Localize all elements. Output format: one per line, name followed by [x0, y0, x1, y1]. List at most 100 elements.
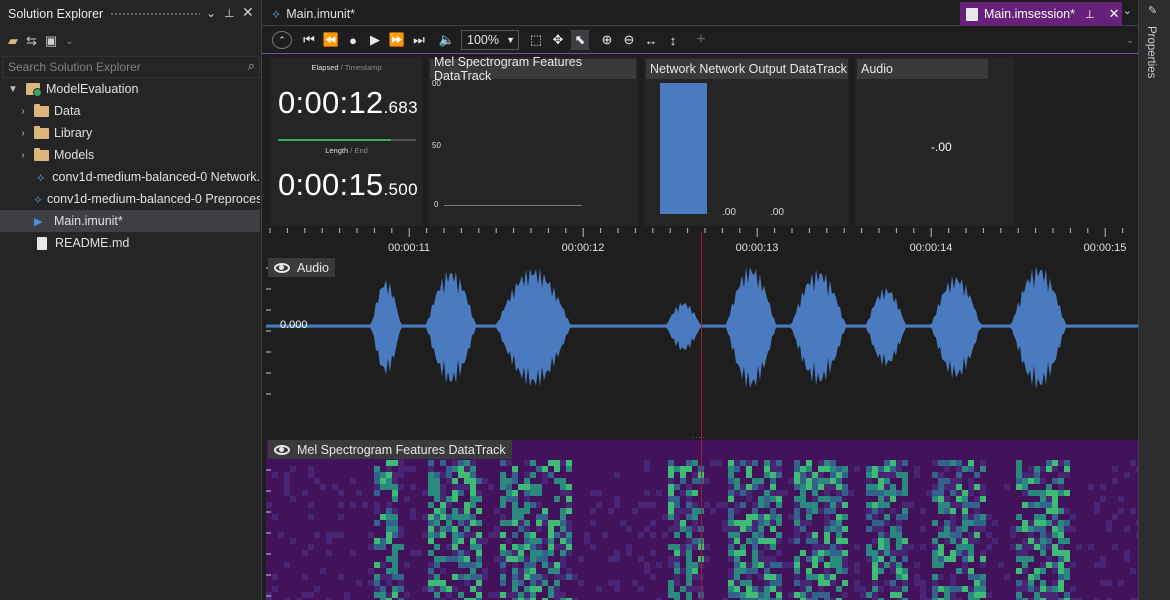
audio-track[interactable]: Audio 0.000 ....: [266, 258, 1138, 440]
spectrogram-cell: [440, 580, 446, 586]
spectrogram-cell: [884, 538, 890, 544]
spectrogram-cell: [566, 538, 572, 544]
tree-item-network[interactable]: ⟡ conv1d-medium-balanced-0 Network.: [0, 166, 260, 188]
skip-end-icon[interactable]: ⏭: [410, 30, 428, 50]
spectrogram-cell: [758, 520, 764, 526]
tree-item-readme[interactable]: README.md: [0, 232, 260, 254]
drag-grip[interactable]: [110, 12, 200, 16]
spectrogram-cell: [950, 508, 956, 514]
spectrogram-cell: [728, 532, 734, 538]
collapse-icon[interactable]: ⌃: [272, 31, 292, 49]
spectrogram-cell: [1052, 514, 1058, 520]
spectrogram-cell: [764, 520, 770, 526]
zoom-in-icon[interactable]: ⊕: [598, 30, 616, 50]
spectrogram-cell: [962, 466, 968, 472]
step-back-icon[interactable]: ⏪: [322, 30, 340, 50]
eye-icon[interactable]: [274, 262, 290, 273]
zoom-region-icon[interactable]: ⬚: [527, 30, 545, 50]
spectrogram-cell: [404, 496, 410, 502]
spectrogram-cell: [1088, 484, 1094, 490]
resize-grip[interactable]: ....: [692, 430, 706, 440]
spectrogram-cell: [392, 478, 398, 484]
spectrogram-cell: [560, 574, 566, 580]
skip-start-icon[interactable]: ⏮: [300, 30, 318, 50]
search-box[interactable]: Search Solution Explorer ⌕: [2, 56, 260, 78]
tree-item-main-imunit[interactable]: ▶ Main.imunit*: [0, 210, 260, 232]
spectrogram-cell: [482, 568, 488, 574]
spectrogram-cell: [800, 550, 806, 556]
tree-item-preprocessor[interactable]: ⟡ conv1d-medium-balanced-0 Preproces: [0, 188, 260, 210]
spectrogram-cell: [452, 490, 458, 496]
fit-vertical-icon[interactable]: ↕: [664, 30, 682, 50]
chevron-right-icon[interactable]: ›: [16, 150, 30, 161]
chevron-right-icon[interactable]: ›: [16, 106, 30, 117]
spectrogram-cell: [764, 592, 770, 598]
collapse-all-icon[interactable]: ▣: [45, 33, 57, 49]
spectrogram-cell: [896, 538, 902, 544]
spectrogram-cell: [1052, 526, 1058, 532]
close-icon[interactable]: ✕: [1109, 6, 1120, 22]
tree-item-data[interactable]: › Data: [0, 100, 260, 122]
spectrogram-cell: [902, 460, 908, 466]
tree-item-models[interactable]: › Models: [0, 144, 260, 166]
spectrogram-cell: [686, 484, 692, 490]
spectrogram-cell: [944, 520, 950, 526]
overflow-icon[interactable]: ⌄: [1124, 30, 1136, 50]
close-icon[interactable]: ✕: [242, 4, 254, 21]
fit-horizontal-icon[interactable]: ↔: [642, 30, 660, 50]
audio-track-label[interactable]: Audio: [268, 258, 335, 277]
spectrogram-cell: [686, 562, 692, 568]
search-input[interactable]: Search Solution Explorer: [8, 60, 141, 74]
sync-icon[interactable]: ⇆: [26, 33, 37, 49]
spectrogram-cell: [824, 508, 830, 514]
playhead[interactable]: [701, 232, 702, 600]
timeline-view[interactable]: 00:00:11 00:00:12 00:00:13 00:00:14 00:0…: [266, 228, 1158, 600]
play-icon[interactable]: ▶: [366, 30, 384, 50]
pin-icon[interactable]: ⊥: [224, 6, 234, 20]
time-ruler[interactable]: 00:00:11 00:00:12 00:00:13 00:00:14 00:0…: [266, 228, 1158, 258]
zoom-select[interactable]: 100% ▼: [461, 30, 519, 50]
tree-item-project[interactable]: ▼ ModelEvaluation: [0, 78, 260, 100]
tab-main-imsession[interactable]: Main.imsession* ⊥ ✕: [960, 2, 1122, 26]
properties-tab[interactable]: Properties: [1145, 26, 1157, 78]
spectrogram-cell: [548, 550, 554, 556]
pan-icon[interactable]: ✥: [549, 30, 567, 50]
spectrogram-cell: [692, 586, 698, 592]
mel-spectrogram-track[interactable]: Mel Spectrogram Features DataTrack: [266, 440, 1138, 600]
zoom-out-icon[interactable]: ⊖: [620, 30, 638, 50]
overflow-icon[interactable]: ⌄: [65, 36, 73, 47]
mel-track-label[interactable]: Mel Spectrogram Features DataTrack: [268, 440, 512, 459]
add-icon[interactable]: +: [692, 30, 710, 50]
eye-icon[interactable]: [274, 444, 290, 455]
chevron-down-icon[interactable]: ⌄: [206, 6, 216, 20]
spectrogram-cell: [1040, 568, 1046, 574]
spectrogram-cell: [386, 460, 392, 466]
chevron-right-icon[interactable]: ›: [16, 128, 30, 139]
record-icon[interactable]: ●: [344, 30, 362, 50]
spectrogram-cell: [566, 496, 572, 502]
spectrogram-cell: [962, 496, 968, 502]
spectrogram-cell: [440, 532, 446, 538]
wrench-icon[interactable]: ✎: [1148, 4, 1157, 17]
volume-icon[interactable]: 🔈: [438, 30, 456, 50]
open-folder-icon[interactable]: ▰: [8, 33, 18, 49]
spectrogram-cell: [686, 514, 692, 520]
spectrogram-cell: [518, 526, 524, 532]
spectrogram-cell: [830, 484, 836, 490]
select-pointer-icon[interactable]: ⬉: [571, 30, 589, 50]
tree-item-library[interactable]: › Library: [0, 122, 260, 144]
spectrogram-cell: [884, 520, 890, 526]
search-icon[interactable]: ⌕: [248, 58, 255, 74]
spectrogram-cell: [662, 514, 668, 520]
tab-main-imunit[interactable]: ⟡ Main.imunit*: [272, 3, 355, 25]
spectrogram-cell: [932, 490, 938, 496]
chevron-down-icon[interactable]: ⌄: [1123, 4, 1132, 17]
track-title: Audio: [297, 260, 329, 275]
spectrogram-cell: [674, 520, 680, 526]
spectrogram-cell: [980, 460, 986, 466]
step-forward-icon[interactable]: ⏩: [388, 30, 406, 50]
spectrogram-cell: [866, 508, 872, 514]
spectrogram-cell: [1028, 556, 1034, 562]
pin-icon[interactable]: ⊥: [1085, 8, 1095, 21]
chevron-down-icon[interactable]: ▼: [6, 84, 20, 95]
